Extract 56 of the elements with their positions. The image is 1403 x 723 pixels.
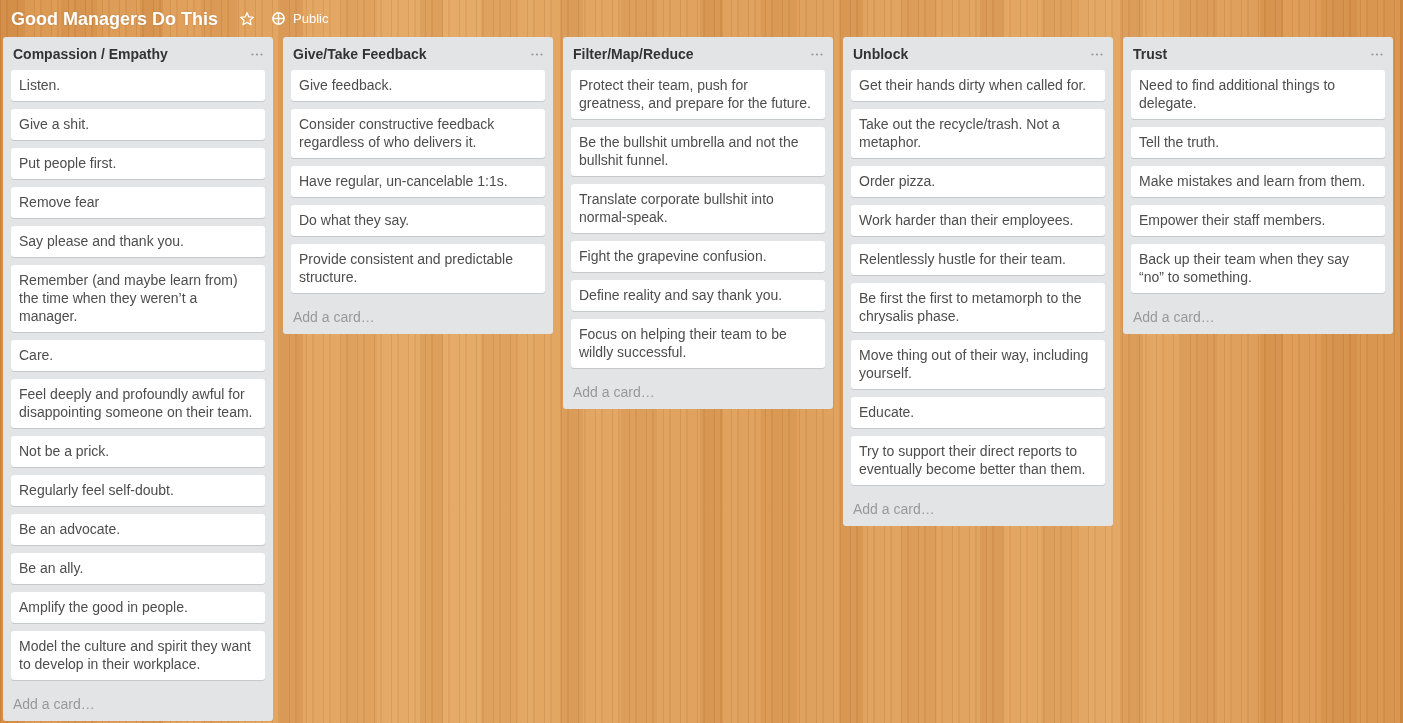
list-card[interactable]: Focus on helping their team to be wildly successful. <box>571 319 825 368</box>
ellipsis-icon <box>1091 52 1103 56</box>
more-menu-button[interactable] <box>531 52 543 56</box>
more-menu-button[interactable] <box>251 52 263 56</box>
star-icon[interactable] <box>240 11 255 26</box>
list-card[interactable]: Back up their team when they say “no” to something. <box>1131 244 1385 293</box>
list-card[interactable]: Educate. <box>851 397 1105 428</box>
list-card[interactable]: Regularly feel self-doubt. <box>11 475 265 506</box>
globe-icon <box>272 12 286 25</box>
ellipsis-icon <box>531 52 543 56</box>
list-card[interactable]: Be the bullshit umbrella and not the bullshit funnel. <box>571 127 825 176</box>
list-card[interactable]: Provide consistent and predictable structure. <box>291 244 545 293</box>
list-card[interactable]: Move thing out of their way, including yourself. <box>851 340 1105 389</box>
list-card[interactable]: Give feedback. <box>291 70 545 101</box>
list-card[interactable]: Translate corporate bullshit into normal-speak. <box>571 184 825 233</box>
list-card[interactable]: Take out the recycle/trash. Not a metaphor. <box>851 109 1105 158</box>
more-menu-button[interactable] <box>811 52 823 56</box>
list-card[interactable]: Be an ally. <box>11 553 265 584</box>
list-card[interactable]: Model the culture and spirit they want to develop in their workplace. <box>11 631 265 680</box>
more-menu-button[interactable] <box>1091 52 1103 56</box>
ellipsis-icon <box>811 52 823 56</box>
list-card[interactable]: Tell the truth. <box>1131 127 1385 158</box>
list-card[interactable]: Make mistakes and learn from them. <box>1131 166 1385 197</box>
list-card[interactable]: Give a shit. <box>11 109 265 140</box>
list-title: Filter/Map/Reduce <box>573 45 694 63</box>
list-card[interactable]: Relentlessly hustle for their team. <box>851 244 1105 275</box>
list-card[interactable]: Be an advocate. <box>11 514 265 545</box>
list-card[interactable]: Get their hands dirty when called for. <box>851 70 1105 101</box>
list-title: Give/Take Feedback <box>293 45 427 63</box>
list-card[interactable]: Be first the first to metamorph to the chrysalis phase. <box>851 283 1105 332</box>
list-card[interactable]: Care. <box>11 340 265 371</box>
list-card[interactable]: Listen. <box>11 70 265 101</box>
list-card[interactable]: Not be a prick. <box>11 436 265 467</box>
list-card[interactable]: Define reality and say thank you. <box>571 280 825 311</box>
ellipsis-icon <box>251 52 263 56</box>
list-card[interactable]: Feel deeply and profoundly awful for disappointing someone on their team. <box>11 379 265 428</box>
list-card[interactable]: Try to support their direct reports to eventually become better than them. <box>851 436 1105 485</box>
list-card[interactable]: Fight the grapevine confusion. <box>571 241 825 272</box>
list-card[interactable]: Protect their team, push for greatness, and prepare for the future. <box>571 70 825 119</box>
list-card[interactable]: Remove fear <box>11 187 265 218</box>
more-menu-button[interactable] <box>1371 52 1383 56</box>
list-card[interactable]: Consider constructive feedback regardless of who delivers it. <box>291 109 545 158</box>
list-card[interactable]: Say please and thank you. <box>11 226 265 257</box>
list-title: Compassion / Empathy <box>13 45 168 63</box>
list-card[interactable]: Amplify the good in people. <box>11 592 265 623</box>
list-card[interactable]: Have regular, un-cancelable 1:1s. <box>291 166 545 197</box>
ellipsis-icon <box>1371 52 1383 56</box>
list-title: Trust <box>1133 45 1168 63</box>
list-card[interactable]: Put people first. <box>11 148 265 179</box>
list-card[interactable]: Do what they say. <box>291 205 545 236</box>
list-card[interactable]: Remember (and maybe learn from) the time when they weren’t a manager. <box>11 265 265 332</box>
list-card[interactable]: Order pizza. <box>851 166 1105 197</box>
list-card[interactable]: Need to find additional things to delegate. <box>1131 70 1385 119</box>
list-title: Unblock <box>853 45 909 63</box>
list-card[interactable]: Work harder than their employees. <box>851 205 1105 236</box>
list-card[interactable]: Empower their staff members. <box>1131 205 1385 236</box>
